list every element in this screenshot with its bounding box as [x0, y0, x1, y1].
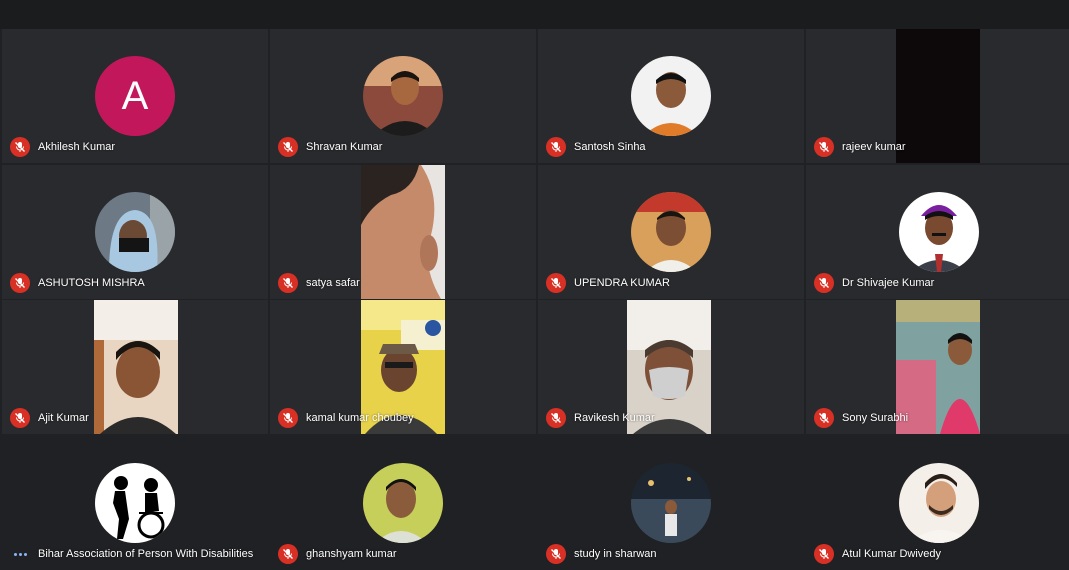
participant-grid: A Akhilesh Kumar Shravan Kumar Santosh S…	[0, 29, 1069, 570]
participant-name: Santosh Sinha	[574, 141, 646, 153]
mic-off-icon	[546, 273, 566, 293]
name-label: Ajit Kumar	[10, 408, 89, 428]
avatar	[631, 192, 711, 272]
participant-tile[interactable]: Bihar Association of Person With Disabil…	[2, 436, 268, 570]
mic-off-icon	[814, 273, 834, 293]
participant-tile[interactable]: Atul Kumar Dwivedy	[806, 436, 1069, 570]
mic-off-icon	[278, 137, 298, 157]
participant-tile[interactable]: study in sharwan	[538, 436, 804, 570]
mic-off-icon	[814, 408, 834, 428]
avatar	[95, 192, 175, 272]
participant-name: Ajit Kumar	[38, 412, 89, 424]
participant-tile[interactable]: Dr Shivajee Kumar	[806, 165, 1069, 299]
name-label: Atul Kumar Dwivedy	[814, 544, 941, 564]
participant-name: Atul Kumar Dwivedy	[842, 548, 942, 560]
name-label: ghanshyam kumar	[278, 544, 397, 564]
name-label: satya safar	[278, 273, 360, 293]
mic-off-icon	[278, 273, 298, 293]
participant-tile[interactable]: rajeev kumar	[806, 29, 1069, 163]
participant-tile[interactable]: Shravan Kumar	[270, 29, 536, 163]
name-label: kamal kumar choubey	[278, 408, 414, 428]
name-label: Bihar Association of Person With Disabil…	[10, 544, 253, 564]
avatar	[631, 463, 711, 543]
avatar	[899, 463, 979, 543]
participant-name: Sony Surabhi	[842, 412, 909, 424]
participant-name: Ravikesh Kumar	[574, 412, 655, 424]
participant-tile[interactable]: A Akhilesh Kumar	[2, 29, 268, 163]
name-label: Sony Surabhi	[814, 408, 908, 428]
participant-tile[interactable]: Ravikesh Kumar	[538, 300, 804, 434]
mic-off-icon	[546, 544, 566, 564]
participant-name: kamal kumar choubey	[306, 412, 414, 424]
participant-tile[interactable]: ghanshyam kumar	[270, 436, 536, 570]
top-bar	[0, 0, 1069, 29]
mic-off-icon	[278, 408, 298, 428]
avatar	[95, 463, 175, 543]
mic-off-icon	[814, 544, 834, 564]
name-label: rajeev kumar	[814, 137, 906, 157]
avatar: A	[95, 56, 175, 136]
name-label: Santosh Sinha	[546, 137, 646, 157]
participant-name: Akhilesh Kumar	[38, 141, 116, 153]
participant-name: study in sharwan	[574, 548, 657, 560]
name-label: Dr Shivajee Kumar	[814, 273, 934, 293]
participant-name: ghanshyam kumar	[306, 548, 397, 560]
avatar	[899, 192, 979, 272]
mic-off-icon	[10, 408, 30, 428]
participant-tile[interactable]: Sony Surabhi	[806, 300, 1069, 434]
video-feed	[896, 29, 980, 163]
mic-off-icon	[814, 137, 834, 157]
mic-off-icon	[10, 137, 30, 157]
avatar	[363, 463, 443, 543]
mic-off-icon	[10, 273, 30, 293]
audio-dots-icon	[10, 544, 30, 564]
participant-tile[interactable]: Ajit Kumar	[2, 300, 268, 434]
name-label: UPENDRA KUMAR	[546, 273, 670, 293]
mic-off-icon	[278, 544, 298, 564]
avatar	[363, 56, 443, 136]
participant-name: Dr Shivajee Kumar	[842, 277, 935, 289]
avatar	[631, 56, 711, 136]
mic-off-icon	[546, 137, 566, 157]
participant-tile[interactable]: kamal kumar choubey	[270, 300, 536, 434]
participant-name: Bihar Association of Person With Disabil…	[38, 548, 254, 560]
participant-name: ASHUTOSH MISHRA	[38, 277, 145, 289]
participant-name: satya safar	[306, 277, 360, 289]
participant-name: UPENDRA KUMAR	[574, 277, 670, 289]
name-label: Shravan Kumar	[278, 137, 382, 157]
participant-tile[interactable]: satya safar	[270, 165, 536, 299]
name-label: Ravikesh Kumar	[546, 408, 655, 428]
participant-name: rajeev kumar	[842, 141, 906, 153]
name-label: Akhilesh Kumar	[10, 137, 115, 157]
video-feed	[361, 165, 445, 299]
video-feed	[896, 300, 980, 434]
name-label: study in sharwan	[546, 544, 657, 564]
participant-tile[interactable]: ASHUTOSH MISHRA	[2, 165, 268, 299]
name-label: ASHUTOSH MISHRA	[10, 273, 145, 293]
participant-tile[interactable]: UPENDRA KUMAR	[538, 165, 804, 299]
participant-name: Shravan Kumar	[306, 141, 383, 153]
video-feed	[94, 300, 178, 434]
mic-off-icon	[546, 408, 566, 428]
participant-tile[interactable]: Santosh Sinha	[538, 29, 804, 163]
